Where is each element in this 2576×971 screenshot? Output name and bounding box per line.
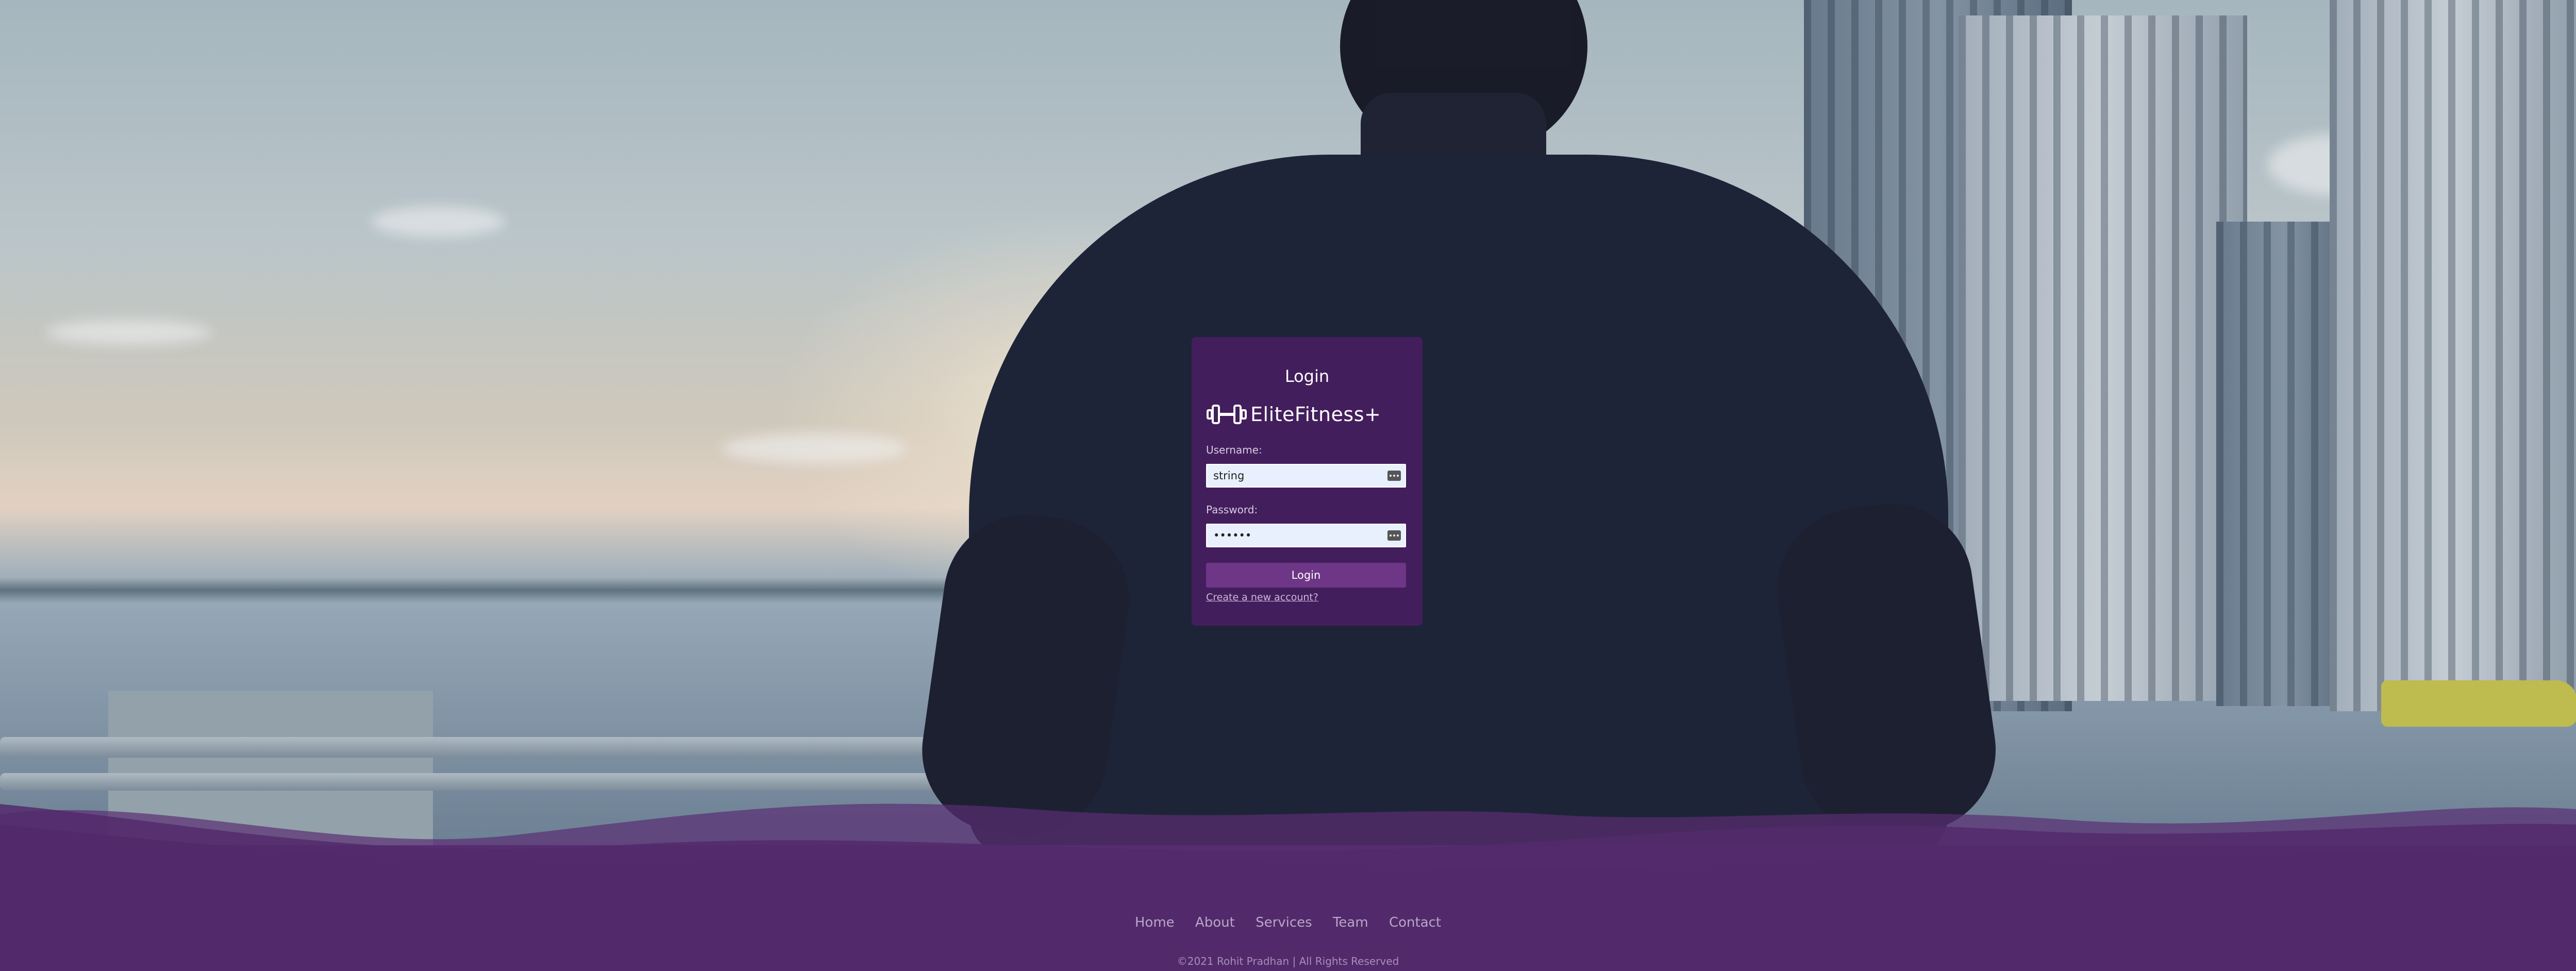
password-input[interactable] — [1207, 525, 1382, 546]
footer-link-home[interactable]: Home — [1135, 915, 1175, 930]
footer-link-contact[interactable]: Contact — [1389, 915, 1441, 930]
username-input[interactable] — [1207, 465, 1382, 487]
login-title: Login — [1284, 366, 1330, 386]
password-manager-key-icon[interactable] — [1387, 471, 1401, 481]
footer-wave-divider — [0, 803, 2576, 897]
username-label: Username: — [1206, 444, 1262, 456]
brand-name: EliteFitness+ — [1250, 403, 1381, 426]
password-field-wrapper — [1206, 524, 1406, 547]
password-manager-key-icon[interactable] — [1387, 530, 1401, 541]
dumbbell-icon — [1207, 405, 1247, 424]
login-card: Login EliteFitness+ Username: Password: … — [1192, 337, 1423, 626]
login-button[interactable]: Login — [1206, 563, 1406, 588]
footer-link-team[interactable]: Team — [1333, 915, 1368, 930]
username-field-wrapper — [1206, 464, 1406, 488]
copyright-text: ©2021 Rohit Pradhan | All Rights Reserve… — [1177, 955, 1399, 967]
password-label: Password: — [1206, 504, 1258, 516]
footer-link-services[interactable]: Services — [1256, 915, 1312, 930]
create-account-link[interactable]: Create a new account? — [1206, 592, 1318, 603]
brand-logo: EliteFitness+ — [1206, 399, 1408, 430]
footer-link-about[interactable]: About — [1195, 915, 1235, 930]
footer-nav: Home About Services Team Contact — [0, 915, 2576, 930]
